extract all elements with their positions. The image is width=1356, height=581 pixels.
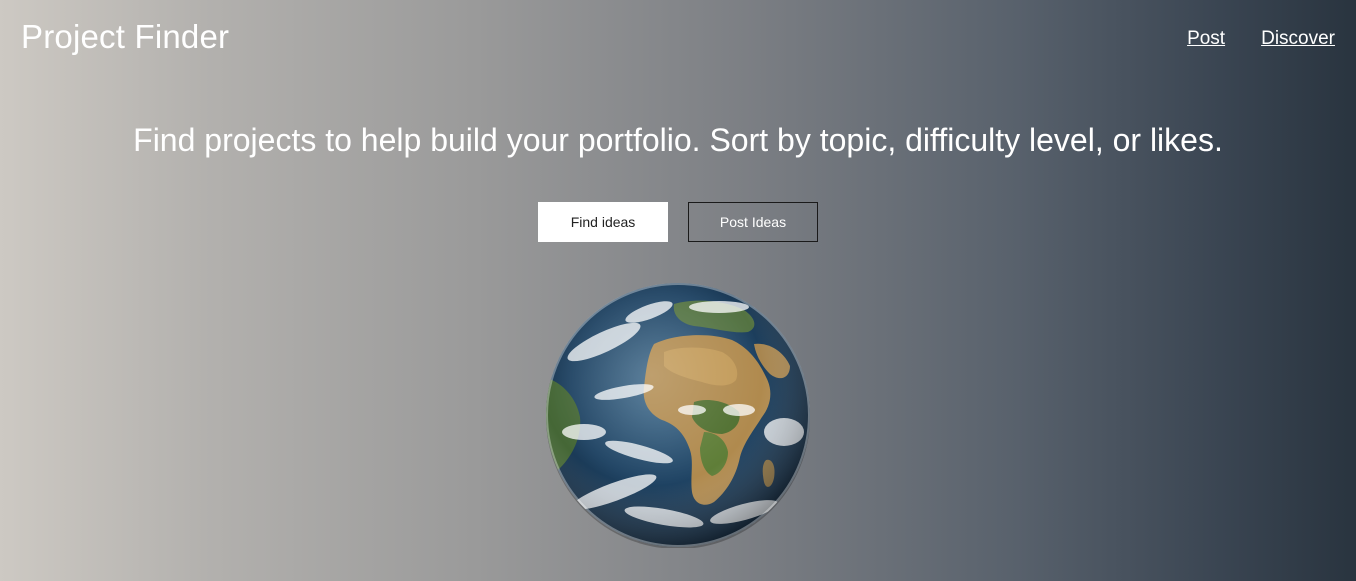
nav-link-discover[interactable]: Discover (1261, 28, 1335, 50)
hero-tagline: Find projects to help build your portfol… (133, 122, 1223, 158)
top-nav: Post Discover (1187, 28, 1335, 50)
earth-globe-image (546, 283, 810, 548)
hero-buttons: Find ideas Post Ideas (538, 202, 818, 242)
post-ideas-button[interactable]: Post Ideas (688, 202, 818, 242)
nav-link-post[interactable]: Post (1187, 28, 1225, 50)
site-brand[interactable]: Project Finder (21, 18, 229, 56)
find-ideas-button[interactable]: Find ideas (538, 202, 668, 242)
